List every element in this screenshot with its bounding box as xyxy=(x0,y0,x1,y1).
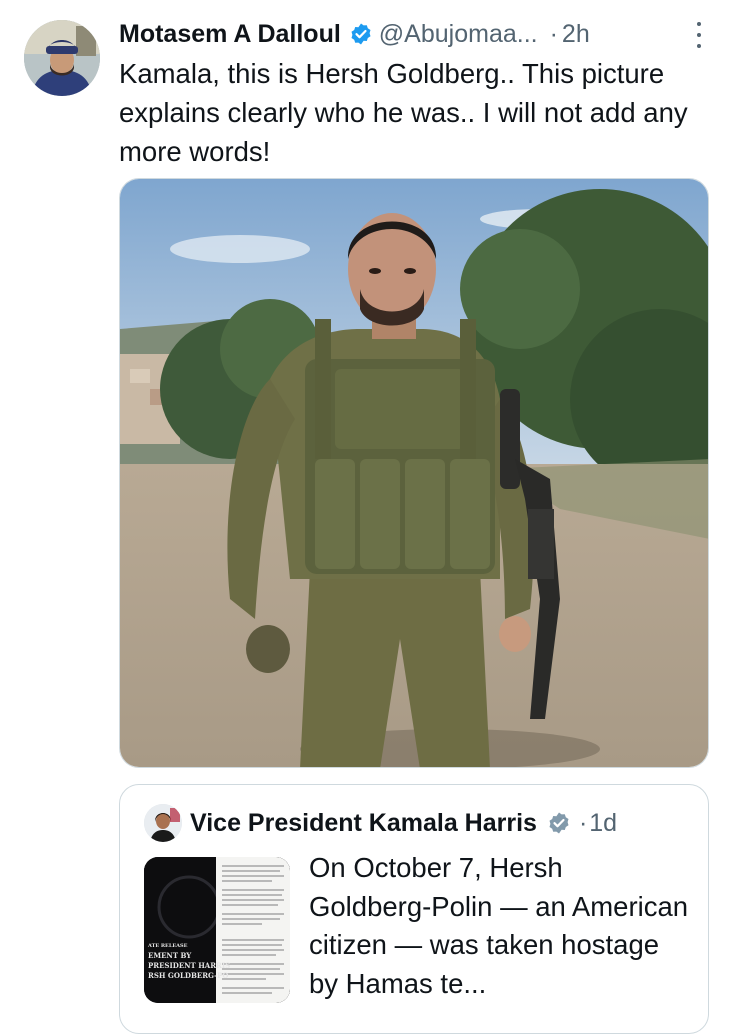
more-options-icon[interactable] xyxy=(696,22,702,48)
thumb-line-2: EMENT BY xyxy=(148,951,192,960)
quoted-tweet-text: On October 7, Hersh Goldberg-Polin — an … xyxy=(309,852,689,999)
quoted-author-name[interactable]: Vice President Kamala Harris xyxy=(190,809,537,838)
verified-badge-icon xyxy=(351,23,371,45)
author-name[interactable]: Motasem A Dalloul xyxy=(119,20,341,49)
statement-document-image: ATE RELEASE EMENT BY PRESIDENT HARRIS RS… xyxy=(144,857,290,1003)
separator-dot: · xyxy=(549,19,558,48)
thumb-line-1: ATE RELEASE xyxy=(147,943,188,949)
thumb-line-4: RSH GOLDBERG-PO xyxy=(148,971,228,980)
quoted-tweet-card[interactable]: Vice President Kamala Harris · 1d ATE RE… xyxy=(119,784,709,1034)
quoted-author-avatar[interactable] xyxy=(144,804,182,842)
soldier-photo xyxy=(120,179,708,767)
quoted-avatar-image xyxy=(144,804,182,842)
quoted-separator-dot: · xyxy=(578,808,588,837)
author-avatar[interactable] xyxy=(24,20,100,96)
tweet-header: Motasem A Dalloul @Abujomaa... · 2h xyxy=(119,17,702,51)
quoted-tweet-header: Vice President Kamala Harris · 1d xyxy=(190,806,617,840)
author-handle[interactable]: @Abujomaa... xyxy=(379,20,538,49)
tweet-text: Kamala, this is Hersh Goldberg.. This pi… xyxy=(119,58,688,167)
tweet-timestamp[interactable]: 2h xyxy=(562,20,590,49)
thumb-line-3: PRESIDENT HARRIS xyxy=(148,961,230,970)
tweet-media-photo[interactable] xyxy=(119,178,709,768)
avatar-image xyxy=(24,20,100,96)
quoted-tweet-timestamp[interactable]: 1d xyxy=(589,809,617,838)
government-verified-badge-icon xyxy=(549,812,569,834)
quoted-tweet-thumbnail[interactable]: ATE RELEASE EMENT BY PRESIDENT HARRIS RS… xyxy=(144,857,290,1003)
